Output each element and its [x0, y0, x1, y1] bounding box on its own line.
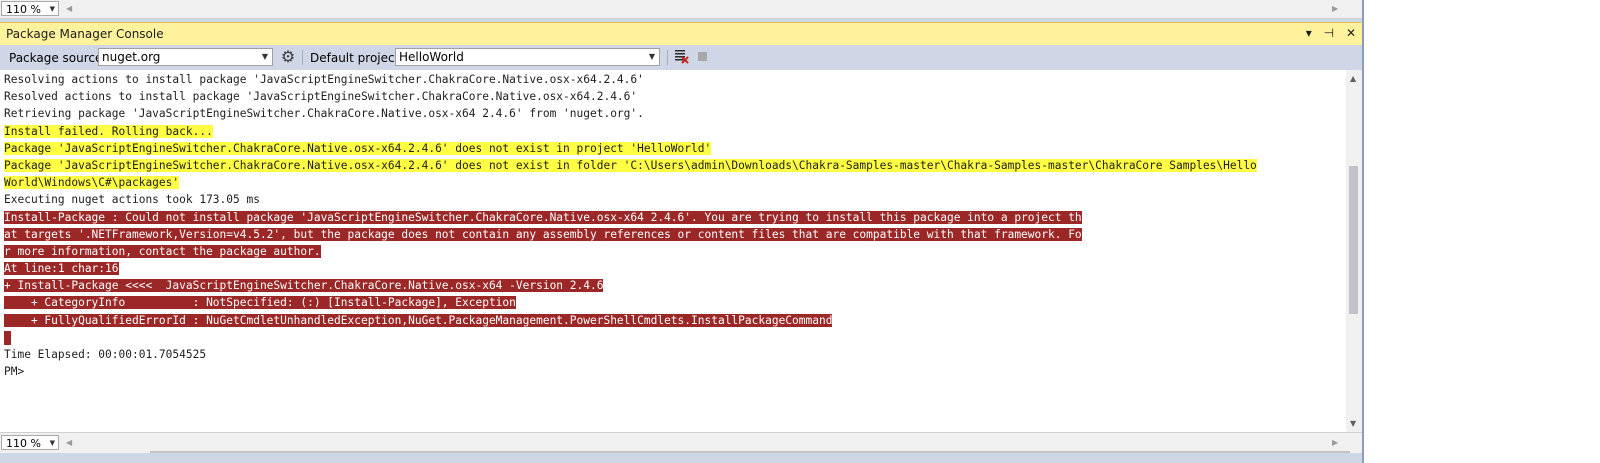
console-line-text: World\Windows\C#\packages' [4, 176, 180, 190]
console-line-text: Package 'JavaScriptEngineSwitcher.Chakra… [4, 141, 712, 155]
console-line-text: At line:1 char:16 [4, 262, 119, 276]
package-source-label: Package source: [9, 51, 107, 65]
window-buttons: ▾ ⊣ ✕ [1298, 26, 1356, 40]
console-line: Time Elapsed: 00:00:01.7054525 [4, 346, 1342, 363]
default-project-value: HelloWorld [399, 50, 464, 64]
console-line: Resolved actions to install package 'Jav… [4, 88, 1342, 105]
console-line-text: Install failed. Rolling back... [4, 124, 213, 138]
scroll-left-icon[interactable]: ◀ [66, 4, 72, 13]
chevron-down-icon: ▼ [261, 52, 268, 61]
console-zoom-bar: 110 % ▼ ◀ ▶ [0, 432, 1362, 453]
zoom-dropdown-top[interactable]: 110 % ▼ [1, 1, 59, 16]
scroll-left-icon[interactable]: ◀ [66, 438, 72, 447]
console-line: Package 'JavaScriptEngineSwitcher.Chakra… [4, 140, 1342, 157]
console-output[interactable]: Resolving actions to install package 'Ja… [0, 70, 1346, 432]
default-project-select[interactable]: HelloWorld ▼ [395, 48, 660, 66]
console-line: At line:1 char:16 [4, 260, 1342, 277]
console-line: Resolving actions to install package 'Ja… [4, 71, 1342, 88]
window-menu-icon[interactable]: ▾ [1306, 26, 1312, 40]
console-line-text: Executing nuget actions took 173.05 ms [4, 193, 260, 207]
gear-icon[interactable]: ⚙ [279, 48, 297, 66]
console-line [4, 329, 1342, 346]
error-cursor-block [4, 330, 11, 345]
scroll-thumb[interactable] [1349, 166, 1358, 314]
console-line: Package 'JavaScriptEngineSwitcher.Chakra… [4, 157, 1342, 174]
visual-studio-panel: 110 % ▼ ◀ ▶ Package Manager Console ▾ ⊣ … [0, 0, 1364, 463]
console-line-text: Time Elapsed: 00:00:01.7054525 [4, 348, 207, 361]
pin-icon[interactable]: ⊣ [1324, 26, 1334, 40]
horizontal-scroll-thumb[interactable] [150, 451, 1350, 453]
console-line-text: + Install-Package <<<< JavaScriptEngineS… [4, 279, 604, 293]
console-line: + CategoryInfo : NotSpecified: (:) [Inst… [4, 294, 1342, 311]
console-line-text: Install-Package : Could not install pack… [4, 210, 1082, 224]
zoom-dropdown-bottom[interactable]: 110 % ▼ [1, 435, 59, 450]
scroll-up-icon[interactable]: ▲ [1350, 74, 1356, 83]
tool-window-titlebar: Package Manager Console ▾ ⊣ ✕ [0, 22, 1362, 45]
console-line-text: Retrieving package 'JavaScriptEngineSwit… [4, 107, 644, 121]
console-line-text: Package 'JavaScriptEngineSwitcher.Chakra… [4, 158, 1257, 172]
console-line-text: PM> [4, 365, 25, 379]
package-source-select[interactable]: nuget.org ▼ [98, 48, 273, 66]
console-lines: Resolving actions to install package 'Ja… [4, 71, 1342, 380]
chevron-down-icon: ▼ [648, 52, 655, 61]
console-line: + Install-Package <<<< JavaScriptEngineS… [4, 277, 1342, 294]
console-line-text: + FullyQualifiedErrorId : NuGetCmdletUnh… [4, 313, 833, 327]
toolbar-separator [302, 50, 303, 65]
console-line-text: at targets '.NETFramework,Version=v4.5.2… [4, 227, 1082, 241]
scroll-right-icon[interactable]: ▶ [1332, 438, 1338, 447]
console-line-text: + CategoryInfo : NotSpecified: (:) [Inst… [4, 296, 516, 310]
chevron-down-icon: ▼ [49, 5, 55, 13]
zoom-value: 110 % [6, 3, 41, 16]
toolbar-separator [667, 50, 668, 65]
default-project-label: Default project: [310, 51, 404, 65]
console-toolbar: Package source: nuget.org ▼ ⚙ Default pr… [0, 45, 1362, 70]
package-source-value: nuget.org [102, 50, 161, 64]
console-line-text: Resolving actions to install package 'Ja… [4, 73, 644, 86]
window-title: Package Manager Console [6, 27, 164, 41]
zoom-value: 110 % [6, 437, 41, 450]
console-line: r more information, contact the package … [4, 243, 1342, 260]
console-line: at targets '.NETFramework,Version=v4.5.2… [4, 226, 1342, 243]
scroll-right-icon[interactable]: ▶ [1332, 4, 1338, 13]
console-line: World\Windows\C#\packages' [4, 174, 1342, 191]
console-line: Install-Package : Could not install pack… [4, 209, 1342, 226]
console-line: Install failed. Rolling back... [4, 123, 1342, 140]
console-line: PM> [4, 363, 1342, 380]
clear-console-icon[interactable] [674, 48, 690, 65]
console-line: + FullyQualifiedErrorId : NuGetCmdletUnh… [4, 312, 1342, 329]
console-line: Retrieving package 'JavaScriptEngineSwit… [4, 105, 1342, 122]
console-line-text: r more information, contact the package … [4, 244, 321, 258]
console-line: Executing nuget actions took 173.05 ms [4, 191, 1342, 208]
editor-zoom-bar: 110 % ▼ ◀ ▶ [0, 0, 1362, 19]
vertical-scrollbar[interactable]: ▲ ▼ [1346, 70, 1362, 432]
stop-icon[interactable] [698, 52, 707, 61]
scroll-down-icon[interactable]: ▼ [1350, 419, 1356, 428]
chevron-down-icon: ▼ [49, 439, 55, 447]
close-icon[interactable]: ✕ [1346, 26, 1356, 40]
console-line-text: Resolved actions to install package 'Jav… [4, 90, 638, 104]
